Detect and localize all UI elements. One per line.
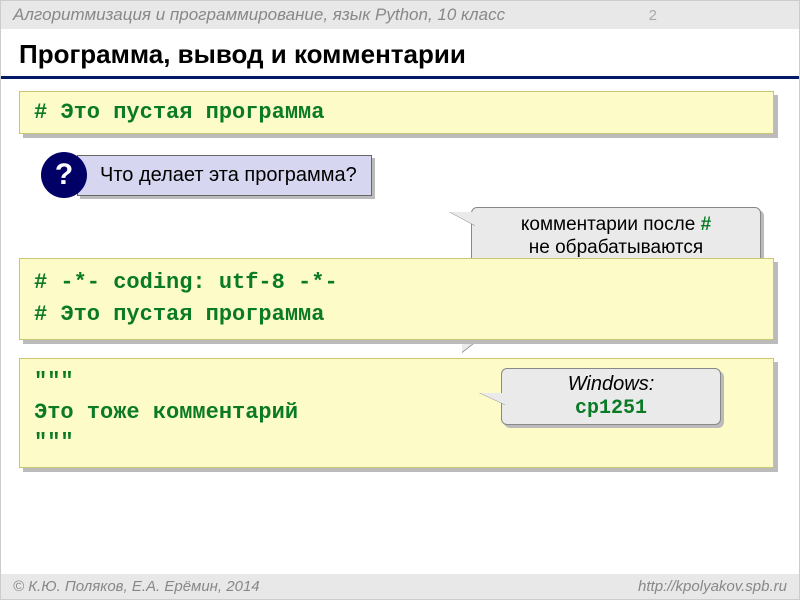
question-box: Что делает эта программа? (77, 155, 372, 196)
code-line: # Это пустая программа (34, 299, 759, 331)
footer-bar: © К.Ю. Поляков, Е.А. Ерёмин, 2014 http:/… (1, 574, 799, 599)
callout-text: комментарии после (521, 214, 701, 235)
hash-symbol: # (701, 214, 712, 235)
copyright: © К.Ю. Поляков, Е.А. Ерёмин, 2014 (13, 578, 260, 595)
windows-label: Windows: (568, 373, 655, 395)
content-area: # Это пустая программа ? Что делает эта … (1, 79, 799, 468)
code-line: """ (34, 428, 759, 459)
course-title: Алгоритмизация и программирование, язык … (13, 5, 505, 25)
callout-windows: Windows: cp1251 (501, 368, 721, 425)
code-box-2: # -*- coding: utf-8 -*- # Это пустая про… (19, 258, 774, 340)
callout-tail-icon (480, 393, 506, 405)
page-number: 2 (649, 7, 657, 24)
question-row: ? Что делает эта программа? (41, 152, 781, 198)
callout-text: не обрабатываются (529, 237, 703, 258)
question-icon: ? (41, 152, 87, 198)
code-line: # -*- coding: utf-8 -*- (34, 267, 759, 299)
footer-url: http://kpolyakov.spb.ru (638, 578, 787, 595)
code-box-1: # Это пустая программа (19, 91, 774, 134)
code-line: # Это пустая программа (34, 100, 324, 125)
callout-tail-icon (450, 212, 476, 226)
windows-encoding: cp1251 (575, 397, 647, 420)
slide-title: Программа, вывод и комментарии (1, 29, 799, 79)
header-bar: Алгоритмизация и программирование, язык … (1, 1, 799, 29)
